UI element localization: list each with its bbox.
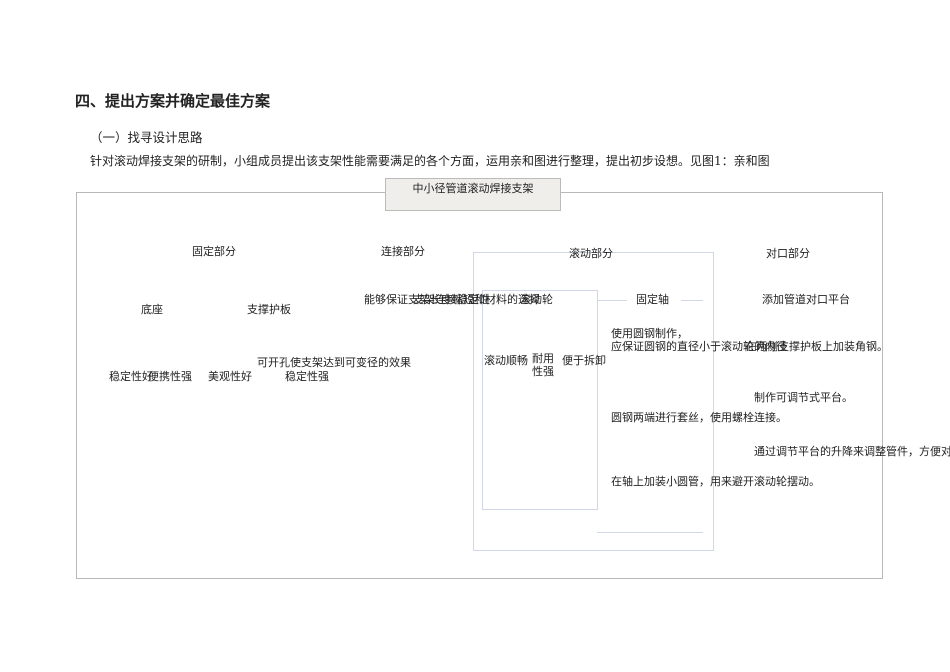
butt-title: 添加管道对口平台 (762, 293, 850, 306)
attr: 稳定性好 (109, 370, 153, 383)
group-rolling: 滚动部分 (569, 247, 613, 260)
item-support-plate: 支撑护板 (247, 303, 291, 316)
group-connect: 连接部分 (381, 245, 425, 258)
attr: 稳定性强 (285, 370, 329, 383)
rolling-inner-box (482, 290, 598, 510)
connect-text-overlap: 支架连接稳定性 (413, 293, 490, 306)
axis-title: 固定轴 (636, 293, 669, 306)
attr: 美观性好 (208, 370, 252, 383)
butt-line: 通过调节平台的升降来调整管件，方便对口 (754, 445, 950, 458)
connect-text-overlap: 滚动轮 (520, 293, 553, 306)
attr: 便于拆卸 (562, 354, 606, 367)
subheading: （一）找寻设计思路 (90, 130, 203, 145)
butt-line: 制作可调节式平台。 (754, 391, 853, 404)
note: 可开孔使支架达到可变径的效果 (257, 356, 411, 369)
attr: 滚动顺畅 (484, 354, 528, 367)
axis-line: 在轴上加装小圆管，用来避开滚动轮摆动。 (611, 475, 820, 488)
section-heading: 四、提出方案并确定最佳方案 (75, 92, 271, 110)
group-butt: 对口部分 (766, 247, 810, 260)
item-base: 底座 (141, 303, 163, 316)
paragraph: 针对滚动焊接支架的研制，小组成员提出该支架性能需要满足的各个方面，运用亲和图进行… (90, 154, 770, 168)
attr: 便携性强 (148, 370, 192, 383)
axis-line: 圆钢两端进行套丝，使用螺栓连接。 (611, 411, 787, 424)
butt-line: 在两侧支撑护板上加装角钢。 (745, 340, 888, 353)
diagram-title: 中小径管道滚动焊接支架 (385, 178, 561, 211)
group-fixed: 固定部分 (192, 245, 236, 258)
attr: 耐用性强 (532, 352, 554, 378)
